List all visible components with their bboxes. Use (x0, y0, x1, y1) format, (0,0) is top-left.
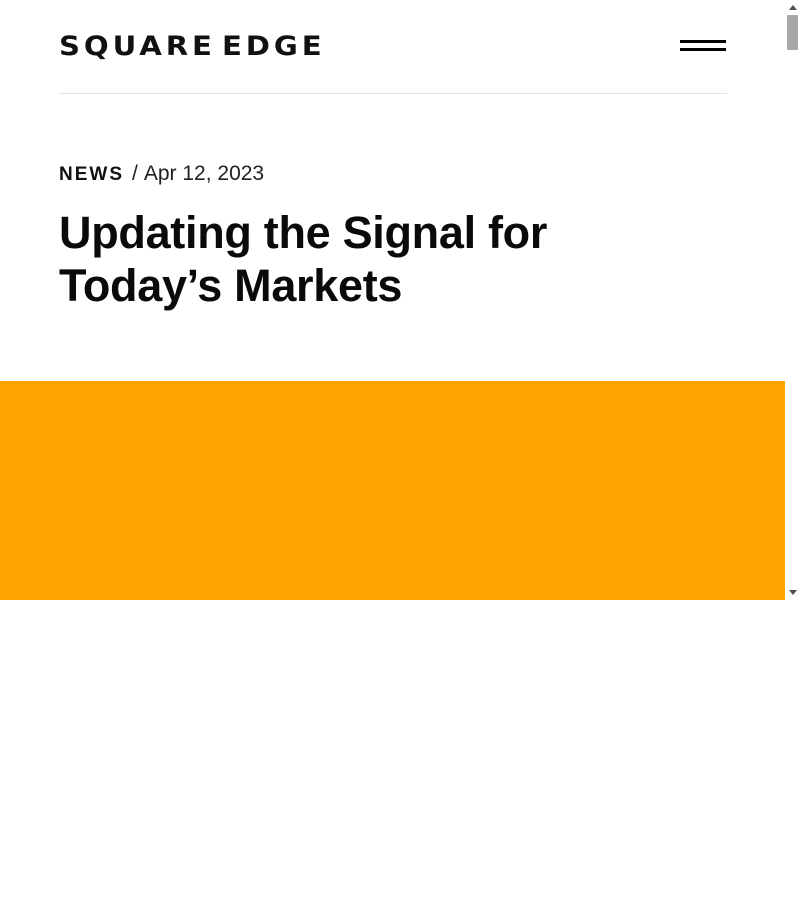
site-header: SQUARE EDGE (59, 0, 727, 94)
hamburger-menu-icon[interactable] (680, 38, 726, 56)
menu-bar-bottom (680, 48, 726, 51)
site-logo[interactable]: SQUARE EDGE (59, 31, 322, 62)
menu-bar-top (680, 40, 726, 43)
scrollbar-thumb[interactable] (787, 15, 798, 50)
page-content: SQUARE EDGE NEWS / Apr 12, 2023 Updating th… (0, 0, 785, 600)
logo-word-edge: EDGE (222, 31, 326, 62)
browser-viewport: SQUARE EDGE NEWS / Apr 12, 2023 Updating th… (0, 0, 800, 600)
vertical-scrollbar[interactable] (785, 0, 800, 600)
scroll-up-arrow-icon[interactable] (785, 0, 800, 15)
article-title: Updating the Signal for Today’s Markets (59, 207, 548, 311)
blank-area (0, 600, 800, 900)
scroll-down-arrow-icon[interactable] (785, 585, 800, 600)
hero-banner (0, 381, 785, 600)
logo-word-square: SQUARE (59, 31, 216, 62)
article-meta: NEWS / Apr 12, 2023 (59, 160, 264, 188)
article-date: Apr 12, 2023 (143, 162, 265, 185)
article-category-link[interactable]: NEWS (59, 164, 124, 185)
meta-separator: / (132, 162, 138, 185)
